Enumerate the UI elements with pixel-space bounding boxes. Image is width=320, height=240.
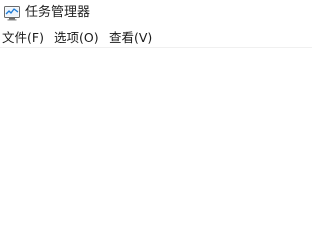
main-content-area	[0, 48, 312, 240]
menu-options[interactable]: 选项(O)	[54, 28, 99, 47]
title-bar[interactable]: 任务管理器	[0, 0, 312, 26]
menu-view[interactable]: 查看(V)	[109, 28, 152, 47]
menu-file[interactable]: 文件(F)	[2, 28, 44, 47]
task-manager-icon	[4, 5, 20, 21]
window-title: 任务管理器	[25, 5, 91, 20]
menu-bar: 文件(F) 选项(O) 查看(V)	[0, 28, 312, 48]
task-manager-window: 任务管理器 文件(F) 选项(O) 查看(V)	[0, 0, 312, 240]
